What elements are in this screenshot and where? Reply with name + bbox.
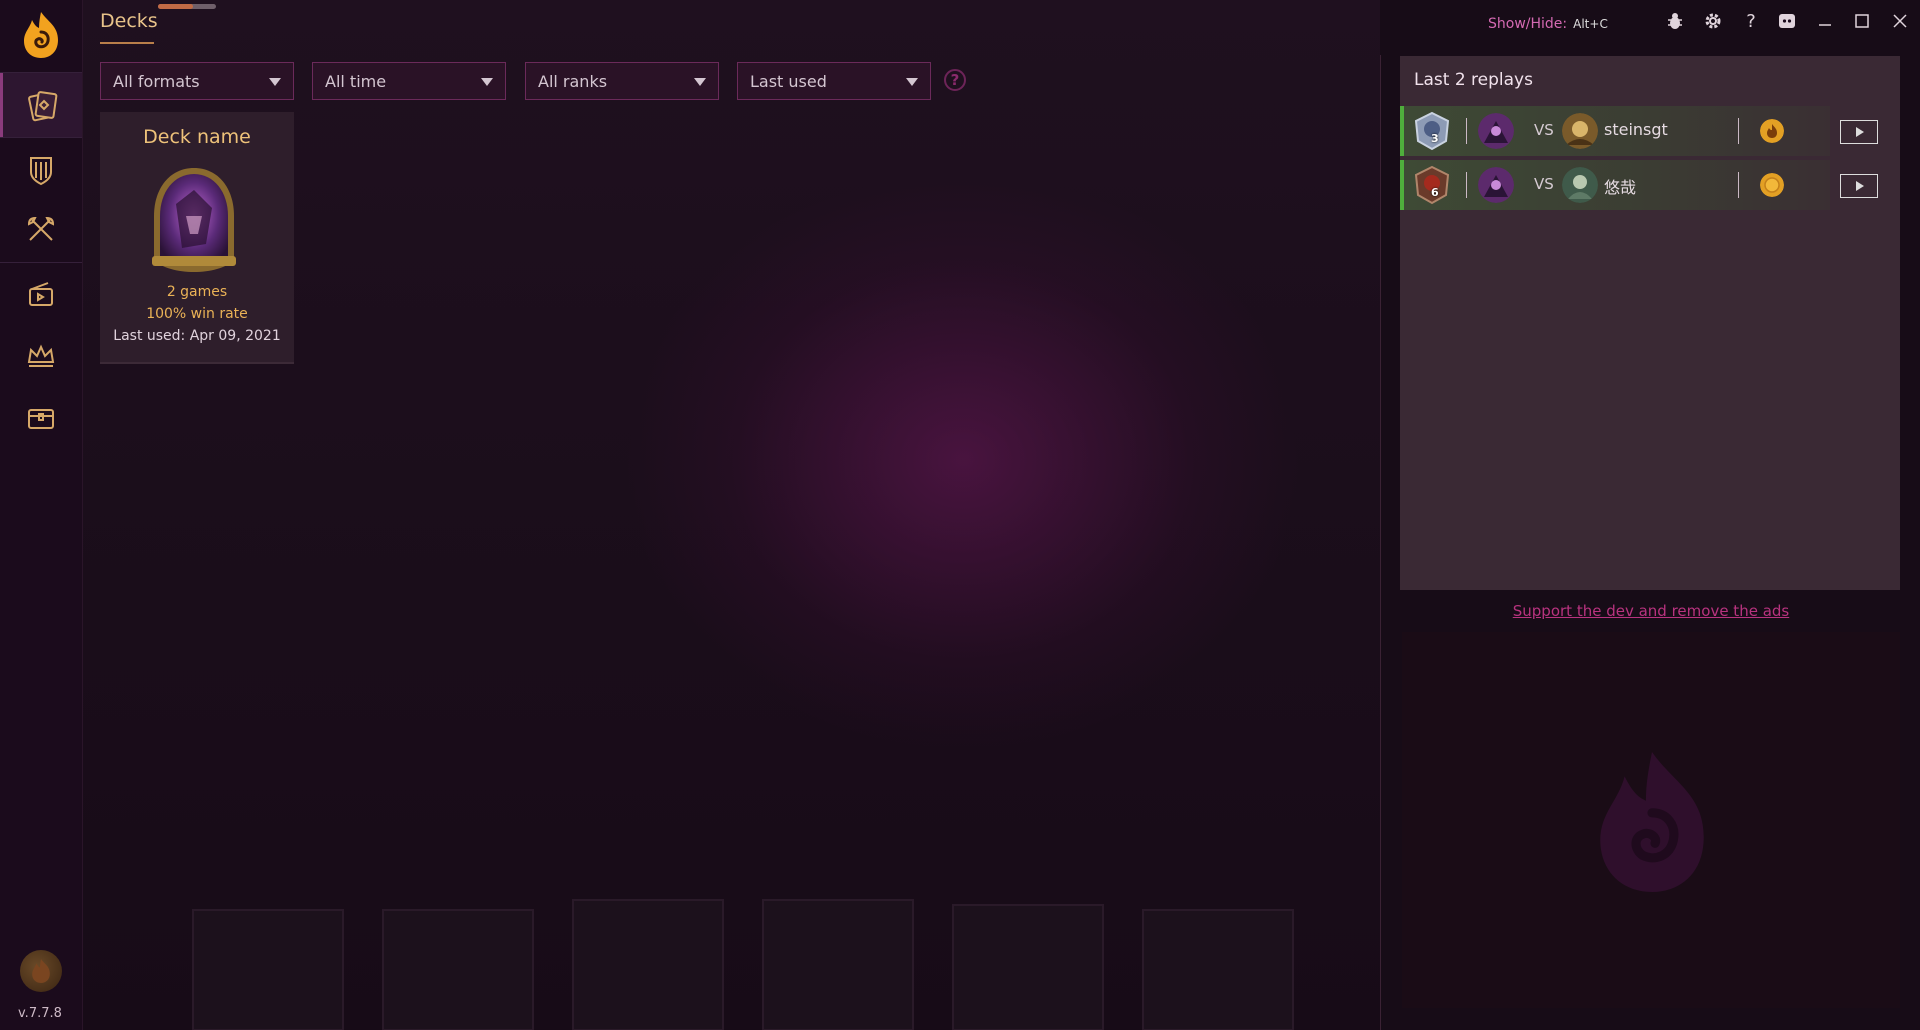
deck-games-count: 2 games <box>166 284 228 300</box>
crossed-axes-icon <box>27 216 55 241</box>
sidebar-item-ranked[interactable] <box>0 324 82 388</box>
coin-flame-icon <box>1760 119 1784 143</box>
filter-help-icon[interactable]: ? <box>944 69 966 91</box>
shield-icon <box>30 157 52 186</box>
showhide-label: Show/Hide: <box>1488 16 1568 32</box>
rank-badge-icon <box>1414 111 1450 151</box>
rank-filter-value: All ranks <box>538 71 608 91</box>
opponent-name: 悠哉 <box>1604 178 1637 197</box>
separator <box>1738 118 1739 144</box>
rank-badge-icon <box>1414 165 1450 205</box>
sidebar-item-arena[interactable] <box>0 138 82 202</box>
replay-row[interactable]: 6 VS 悠哉 <box>1400 160 1830 210</box>
ad-placeholder <box>1402 632 1900 1008</box>
rank-number: 6 <box>1431 186 1439 199</box>
sort-value: Last used <box>750 71 827 91</box>
deck-winrate: 100% win rate <box>146 306 248 322</box>
player-hero-avatar <box>1478 113 1514 149</box>
opponent-hero-avatar <box>1562 167 1598 203</box>
maximize-icon[interactable] <box>1849 8 1875 34</box>
deck-last-used: Last used: Apr 09, 2021 <box>113 328 281 344</box>
page-title: Decks <box>100 10 158 32</box>
discord-icon[interactable] <box>1774 8 1800 34</box>
format-filter-dropdown[interactable]: All formats <box>100 62 294 100</box>
background-card-tiles <box>192 899 1294 1030</box>
play-replay-button[interactable] <box>1840 174 1878 198</box>
settings-gear-icon[interactable] <box>1700 8 1726 34</box>
crown-icon <box>27 344 55 367</box>
vs-label: VS <box>1534 121 1554 139</box>
panel-divider <box>1380 55 1381 1030</box>
bug-report-icon[interactable] <box>1662 8 1688 34</box>
version-label: v.7.7.8 <box>18 1006 62 1021</box>
close-icon[interactable] <box>1887 8 1913 34</box>
hero-portrait <box>152 168 236 272</box>
app-logo-flame-icon[interactable] <box>18 10 64 60</box>
opponent-name: steinsgt <box>1604 120 1668 139</box>
sidebar: v.7.7.8 <box>0 0 83 1030</box>
support-dev-link[interactable]: Support the dev and remove the ads <box>1400 602 1902 620</box>
coin-icon <box>1760 173 1784 197</box>
play-replay-button[interactable] <box>1840 120 1878 144</box>
vs-label: VS <box>1534 175 1554 193</box>
app-logo-flame-icon <box>1600 752 1704 892</box>
page-title-underline <box>100 42 154 44</box>
rank-number: 3 <box>1431 132 1439 145</box>
replays-title: Last 2 replays <box>1414 70 1533 90</box>
rank-filter-dropdown[interactable]: All ranks <box>525 62 719 100</box>
sort-dropdown[interactable]: Last used <box>737 62 931 100</box>
showhide-key: Alt+C <box>1573 17 1608 31</box>
premium-badge-icon[interactable] <box>20 950 62 992</box>
loading-progress-fill <box>158 4 193 9</box>
help-icon[interactable]: ? <box>1738 8 1764 34</box>
sidebar-item-decks[interactable] <box>0 73 82 137</box>
cards-icon <box>27 91 57 122</box>
play-icon <box>1856 181 1864 191</box>
loading-progress-bar <box>158 4 216 9</box>
showhide-hotkey: Show/Hide: Alt+C <box>1488 16 1608 32</box>
play-icon <box>1856 127 1864 137</box>
deck-card[interactable]: Deck name 2 games 100% win rate Last use… <box>100 112 294 364</box>
separator <box>1466 172 1467 198</box>
opponent-hero-avatar <box>1562 113 1598 149</box>
separator <box>1466 118 1467 144</box>
time-filter-value: All time <box>325 71 387 91</box>
minimize-icon[interactable] <box>1812 8 1838 34</box>
chevron-down-icon <box>906 78 918 86</box>
time-filter-dropdown[interactable]: All time <box>312 62 506 100</box>
replay-cards-icon <box>29 282 53 306</box>
sidebar-item-replays[interactable] <box>0 263 82 327</box>
chevron-down-icon <box>481 78 493 86</box>
separator <box>1738 172 1739 198</box>
player-hero-avatar <box>1478 167 1514 203</box>
replay-row[interactable]: 3 VS steinsgt <box>1400 106 1830 156</box>
replays-panel: Last 2 replays 3 VS steinsgt 6 VS 悠哉 <box>1400 56 1900 590</box>
chevron-down-icon <box>269 78 281 86</box>
deck-name: Deck name <box>143 126 251 148</box>
sidebar-item-collection[interactable] <box>0 386 82 450</box>
chest-icon <box>28 409 54 429</box>
sidebar-item-battlegrounds[interactable] <box>0 198 82 262</box>
chevron-down-icon <box>694 78 706 86</box>
format-filter-value: All formats <box>113 71 200 91</box>
